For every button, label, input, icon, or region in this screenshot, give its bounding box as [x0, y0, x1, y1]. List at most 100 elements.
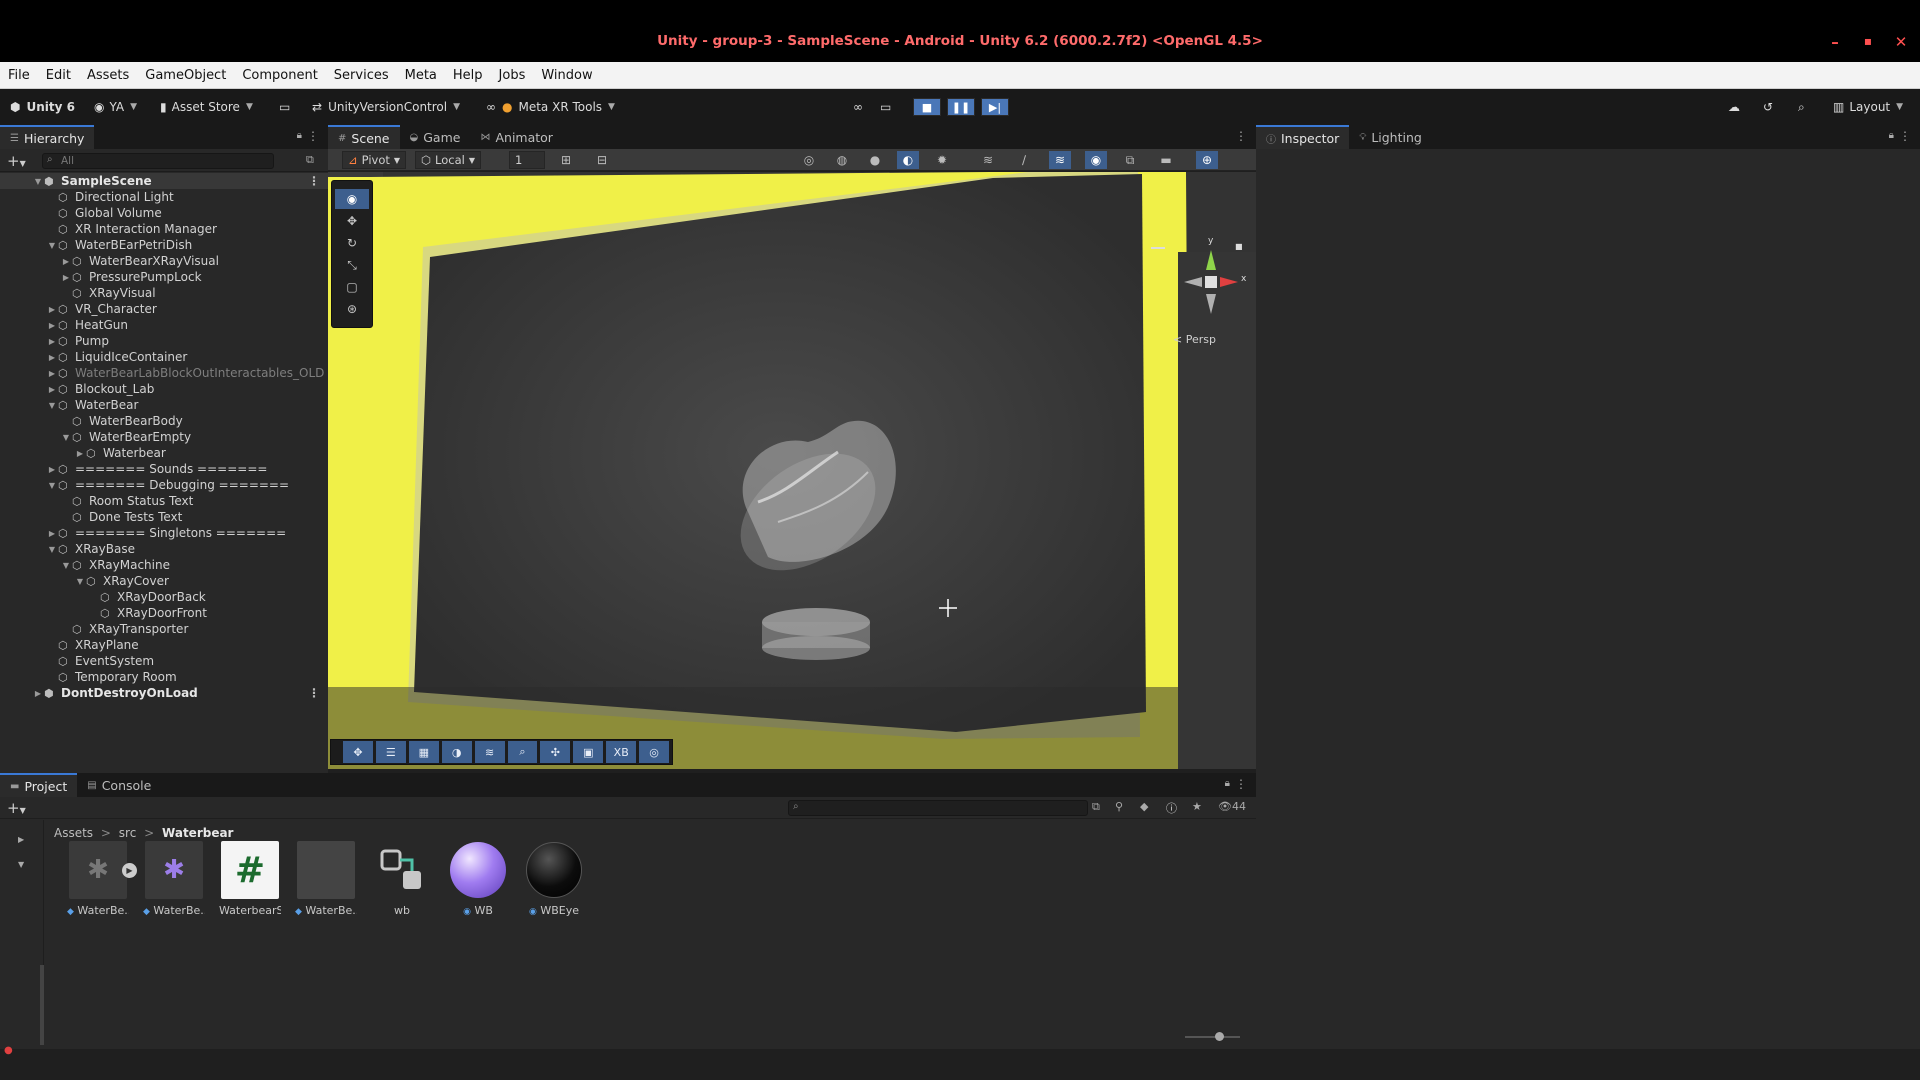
petri-dish[interactable]: [762, 608, 870, 660]
hierarchy-item[interactable]: ▶ ⬡ HeatGun: [0, 317, 328, 333]
expand-arrow-icon[interactable]: ▶: [46, 385, 58, 394]
tab-game[interactable]: ◒ Game: [400, 125, 471, 149]
tab-console[interactable]: ▤ Console: [77, 773, 161, 797]
expand-arrow-icon[interactable]: ▼: [32, 177, 44, 186]
hierarchy-item[interactable]: ⬡ EventSystem: [0, 653, 328, 669]
layers-icon[interactable]: ⧉: [1119, 151, 1141, 169]
gizmos-icon[interactable]: ⊕: [1196, 151, 1218, 169]
hierarchy-item[interactable]: ▶ ⬡ WaterBearLabBlockOutInteractables_OLD: [0, 365, 328, 381]
scene-viewport[interactable]: D DO NE: [328, 172, 1256, 769]
tab-scene[interactable]: # Scene: [328, 125, 400, 149]
hierarchy-item[interactable]: ▼ ⬡ XRayBase: [0, 541, 328, 557]
hierarchy-item[interactable]: ▶ ⬡ WaterBearXRayVisual: [0, 253, 328, 269]
hierarchy-item[interactable]: ⬡ Global Volume: [0, 205, 328, 221]
grid-snapping-icon[interactable]: ⊞: [555, 151, 577, 169]
xb-overlay-button[interactable]: XB: [606, 741, 637, 763]
menu-services[interactable]: Services: [334, 68, 389, 83]
lock-icon[interactable]: 🔒︎: [1889, 130, 1894, 141]
scene-menu-icon[interactable]: ⋮: [308, 686, 320, 700]
orientation-gizmo[interactable]: y x ■: [1168, 236, 1252, 322]
grid-snap-input[interactable]: 1: [509, 151, 545, 169]
shaded-wire-icon[interactable]: ◍: [831, 151, 853, 169]
rotate-tool-icon[interactable]: ↻: [335, 233, 369, 253]
asset-store-dropdown[interactable]: ▮ Asset Store ▼: [160, 97, 253, 117]
hierarchy-item[interactable]: ▶ ⬡ VR_Character: [0, 301, 328, 317]
expand-arrow-icon[interactable]: ▶: [74, 449, 86, 458]
hierarchy-item[interactable]: ▶ ⬡ PressurePumpLock: [0, 269, 328, 285]
asset-item[interactable]: ✱ ▶ ◆ WaterBe...: [67, 841, 137, 917]
slider-handle[interactable]: [1215, 1032, 1224, 1041]
hierarchy-item[interactable]: ▼ ⬢ SampleScene ⋮: [0, 173, 328, 189]
maximize-button[interactable]: ▪: [1861, 34, 1875, 48]
tab-hierarchy[interactable]: ☰ Hierarchy: [0, 125, 95, 149]
hierarchy-item[interactable]: ⬡ Room Status Text: [0, 493, 328, 509]
hierarchy-item[interactable]: ⬡ Temporary Room: [0, 669, 328, 685]
expand-arrow-icon[interactable]: ▶: [46, 369, 58, 378]
move-tool-icon[interactable]: ✥: [335, 211, 369, 231]
overlay-drag-handle[interactable]: [1151, 247, 1165, 249]
folder-tree-scrollbar[interactable]: [40, 965, 44, 1045]
breadcrumb-assets[interactable]: Assets: [54, 826, 93, 840]
device-sim-icon[interactable]: ▭: [880, 97, 891, 117]
thumbnail-size-slider[interactable]: [1185, 1032, 1240, 1041]
search-by-label-icon[interactable]: ⚲: [1115, 800, 1123, 813]
version-control-dropdown[interactable]: ⇄ UnityVersionControl ▼: [312, 97, 460, 117]
menu-assets[interactable]: Assets: [87, 68, 129, 83]
expand-arrow-icon[interactable]: ▶: [60, 273, 72, 282]
hierarchy-item[interactable]: ▶ ⬡ ======= Singletons =======: [0, 525, 328, 541]
expand-arrow-icon[interactable]: ▶: [46, 465, 58, 474]
menu-gameobject[interactable]: GameObject: [145, 68, 226, 83]
shaded-icon[interactable]: ●: [864, 151, 886, 169]
pan-overlay-icon[interactable]: ✣: [540, 741, 571, 763]
create-button[interactable]: +▼: [7, 152, 26, 170]
hierarchy-item[interactable]: ⬡ Done Tests Text: [0, 509, 328, 525]
minimize-button[interactable]: –: [1828, 33, 1842, 51]
tab-inspector[interactable]: ⓘ Inspector: [1256, 125, 1350, 149]
breadcrumb-src[interactable]: src: [119, 826, 137, 840]
project-search-input[interactable]: ⌕: [788, 800, 1088, 816]
expand-arrow-icon[interactable]: ▶: [46, 529, 58, 538]
hierarchy-item[interactable]: ▼ ⬡ XRayMachine: [0, 557, 328, 573]
unlit-icon[interactable]: ◐: [897, 151, 919, 169]
hierarchy-item[interactable]: ▶ ⬡ LiquidIceContainer: [0, 349, 328, 365]
hierarchy-item[interactable]: ⬡ XRayVisual: [0, 285, 328, 301]
menu-jobs[interactable]: Jobs: [499, 68, 526, 83]
pivot-dropdown[interactable]: ⊿ Pivot ▼: [342, 151, 407, 169]
expand-arrow-icon[interactable]: ▶: [32, 689, 44, 698]
hierarchy-item[interactable]: ▼ ⬡ WaterBEarPetriDish: [0, 237, 328, 253]
pause-button[interactable]: ❚❚: [947, 98, 975, 116]
effects-icon[interactable]: ∕: [1013, 151, 1035, 169]
search-by-type-icon[interactable]: ⧉: [1092, 800, 1100, 814]
persp-label[interactable]: < Persp: [1173, 333, 1216, 346]
expand-arrow-icon[interactable]: ▶: [46, 321, 58, 330]
camera-settings-icon[interactable]: ▬: [1155, 151, 1177, 169]
hierarchy-item[interactable]: ⬡ XRayPlane: [0, 637, 328, 653]
layers-overlay-icon[interactable]: ≋: [474, 741, 505, 763]
hierarchy-item[interactable]: ⬡ XRayDoorFront: [0, 605, 328, 621]
view-tool-icon[interactable]: ◉: [335, 189, 369, 209]
expand-arrow-icon[interactable]: ▶: [46, 337, 58, 346]
menu-meta[interactable]: Meta: [405, 68, 437, 83]
hierarchy-item[interactable]: ▼ ⬡ XRayCover: [0, 573, 328, 589]
expand-arrow-icon[interactable]: ▼: [46, 401, 58, 410]
log-info-icon[interactable]: ⓘ: [1166, 800, 1177, 816]
expand-arrow-icon[interactable]: ▼: [60, 561, 72, 570]
grid-overlay-icon[interactable]: ▦: [408, 741, 439, 763]
asset-item[interactable]: ◆ WaterBe...: [295, 841, 357, 917]
orbit-overlay-icon[interactable]: ◑: [441, 741, 472, 763]
asset-item[interactable]: # WaterbearS...: [219, 841, 281, 917]
panel-menu-icon[interactable]: ⋮: [1235, 129, 1247, 143]
hierarchy-search-input[interactable]: ⌕ All: [42, 153, 274, 169]
panel-menu-icon[interactable]: ⋮: [1235, 777, 1247, 791]
expand-arrow-icon[interactable]: ▶: [60, 257, 72, 266]
hierarchy-item[interactable]: ⬡ XRayTransporter: [0, 621, 328, 637]
audio-mute-icon[interactable]: ≋: [977, 151, 999, 169]
rect-tool-icon[interactable]: ▢: [335, 277, 369, 297]
scene-visibility-icon[interactable]: ⧉: [306, 153, 314, 167]
lighting-toggle-icon[interactable]: ✹: [931, 151, 953, 169]
unity-version-button[interactable]: ⬢ Unity 6: [10, 97, 75, 117]
asset-item[interactable]: wb: [371, 841, 433, 917]
filter-label-icon[interactable]: ◆: [1140, 800, 1148, 813]
draw-mode-icon[interactable]: ◎: [798, 151, 820, 169]
hierarchy-item[interactable]: ⬡ WaterBearBody: [0, 413, 328, 429]
